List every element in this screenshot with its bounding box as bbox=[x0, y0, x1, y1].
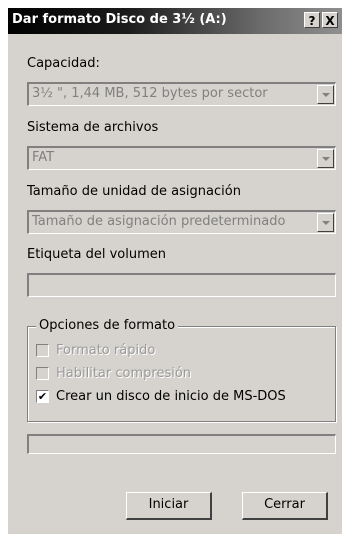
close-button[interactable]: Cerrar bbox=[242, 492, 328, 520]
capacity-select[interactable]: 3½ ", 1,44 MB, 512 bytes por sector bbox=[27, 82, 336, 106]
msdos-boot-label: Crear un disco de inicio de MS-DOS bbox=[56, 389, 286, 404]
filesystem-select[interactable]: FAT bbox=[27, 146, 336, 170]
quick-format-label: Formato rápido bbox=[56, 343, 156, 358]
chevron-down-icon[interactable] bbox=[317, 213, 334, 232]
chevron-down-icon[interactable] bbox=[317, 85, 334, 104]
volume-label-label: Etiqueta del volumen bbox=[27, 247, 167, 262]
close-window-button[interactable]: X bbox=[322, 12, 338, 28]
chevron-down-icon[interactable] bbox=[317, 149, 334, 168]
format-options-title: Opciones de formato bbox=[36, 318, 179, 333]
format-options-group: Opciones de formato Formato rápido Habil… bbox=[27, 318, 336, 422]
allocation-value: Tamaño de asignación predeterminado bbox=[32, 214, 286, 229]
start-button[interactable]: Iniciar bbox=[126, 492, 212, 520]
filesystem-value: FAT bbox=[32, 150, 55, 165]
format-dialog: Dar formato Disco de 3½ (A:) ? X Capacid… bbox=[8, 8, 342, 534]
quick-format-checkbox[interactable] bbox=[36, 344, 49, 357]
window-title: Dar formato Disco de 3½ (A:) bbox=[12, 12, 227, 27]
compression-label: Habilitar compresión bbox=[56, 366, 192, 381]
allocation-select[interactable]: Tamaño de asignación predeterminado bbox=[27, 210, 336, 234]
capacity-value: 3½ ", 1,44 MB, 512 bytes por sector bbox=[32, 86, 268, 101]
compression-checkbox[interactable] bbox=[36, 367, 49, 380]
volume-label-input[interactable] bbox=[27, 273, 336, 297]
capacity-label: Capacidad: bbox=[27, 56, 100, 71]
title-bar[interactable]: Dar formato Disco de 3½ (A:) ? X bbox=[8, 8, 342, 34]
help-button[interactable]: ? bbox=[304, 12, 320, 28]
allocation-label: Tamaño de unidad de asignación bbox=[27, 184, 241, 199]
filesystem-label: Sistema de archivos bbox=[27, 120, 159, 135]
msdos-boot-checkbox[interactable]: ✔ bbox=[36, 390, 49, 403]
format-progress-bar bbox=[27, 434, 336, 454]
